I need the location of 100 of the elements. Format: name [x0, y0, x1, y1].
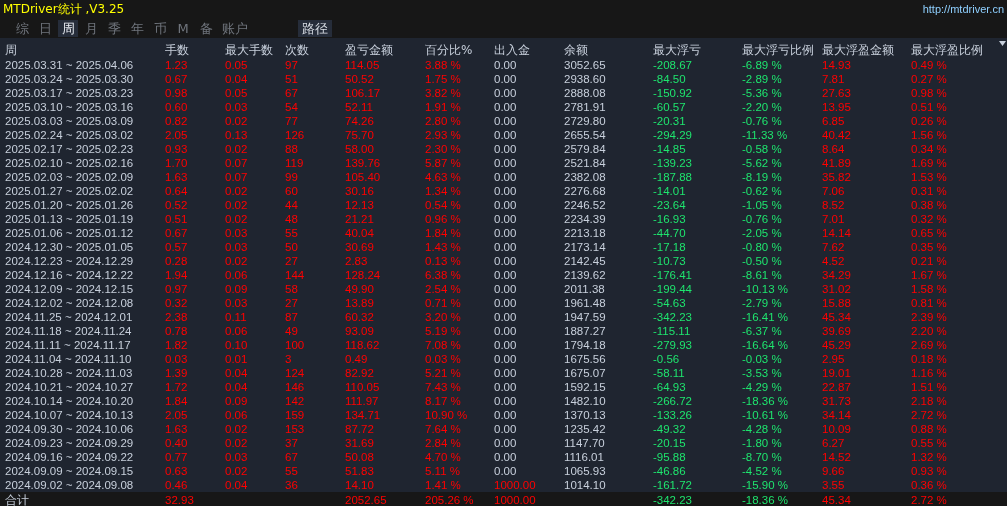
tab[interactable]: 年	[127, 19, 147, 37]
tab[interactable]: 币	[150, 19, 170, 37]
table-cell-text: 0.02	[225, 212, 249, 226]
tab[interactable]: M	[173, 19, 193, 37]
table-cell-text: 0.67	[165, 226, 189, 240]
table-cell-text: 2729.80	[564, 114, 607, 128]
table-cell-text: 1.82	[165, 338, 189, 352]
table-cell-text: -4.52 %	[742, 464, 783, 478]
table-cell-text: 0.38 %	[911, 198, 948, 212]
table-cell-text: 0.03	[165, 352, 189, 366]
table-cell-text: 0.04	[225, 72, 249, 86]
table-cell-text: 2025.01.13 ~ 2025.01.19	[5, 212, 135, 226]
table-cell-text: -23.64	[653, 198, 687, 212]
table-cell-text: 142	[285, 394, 306, 408]
table-cell-text: 0.05	[225, 86, 249, 100]
table-cell-text: 2.80 %	[425, 114, 462, 128]
table-cell-text: 1.43 %	[425, 240, 462, 254]
table-cell-text: 2025.01.20 ~ 2025.01.26	[5, 198, 135, 212]
tab[interactable]: 周	[58, 19, 78, 37]
tab[interactable]: 日	[35, 19, 55, 37]
column-header: 盈亏金额	[345, 42, 394, 58]
table-cell-text: -187.88	[653, 170, 693, 184]
table-cell-text: 22.87	[822, 380, 852, 394]
table-cell-text: 2.69 %	[911, 338, 948, 352]
table-cell-text: -150.92	[653, 86, 693, 100]
table-cell-text: 2.72 %	[911, 408, 948, 422]
table-cell-text: 3052.65	[564, 58, 607, 72]
table-cell-text: -44.70	[653, 226, 687, 240]
table-cell-text: 0.00	[494, 128, 518, 142]
table-cell-text: 0.93	[165, 142, 189, 156]
table-cell-text: -2.20 %	[742, 100, 783, 114]
table-cell-text: 87.72	[345, 422, 375, 436]
table-cell-text: 0.67	[165, 72, 189, 86]
table-cell-text: 0.32	[165, 296, 189, 310]
table-cell-text: 111.97	[345, 394, 380, 408]
table-cell-text: 77	[285, 114, 299, 128]
table-cell-text: -1.05 %	[742, 198, 783, 212]
table-cell-text: 1116.01	[564, 450, 605, 464]
table-cell-text: 30.69	[345, 240, 375, 254]
table-cell-text: -0.80 %	[742, 240, 783, 254]
table-cell-text: 6.27	[822, 436, 846, 450]
table-cell-text: 1370.13	[564, 408, 607, 422]
table-cell-text: 0.31 %	[911, 184, 948, 198]
table-cell-text: 7.06	[822, 184, 846, 198]
table-cell-text: -16.64 %	[742, 338, 790, 352]
table-cell-text: 2.95	[822, 352, 846, 366]
table-cell-text: 14.14	[822, 226, 852, 240]
table-cell-text: 2.83	[345, 254, 369, 268]
table-cell-text: 2213.18	[564, 226, 607, 240]
table-cell-text: 0.02	[225, 184, 249, 198]
tab[interactable]: 月	[81, 19, 101, 37]
table-cell-text: -208.67	[653, 58, 693, 72]
table-cell-text: 4.70 %	[425, 450, 462, 464]
tab[interactable]: 季	[104, 19, 124, 37]
table-cell-text: 0.98 %	[911, 86, 948, 100]
table-cell-text: 0.03	[225, 226, 249, 240]
table-cell-text: 2024.12.09 ~ 2024.12.15	[5, 282, 135, 296]
sort-icon[interactable]	[999, 41, 1006, 46]
table-cell-text: 0.51	[165, 212, 189, 226]
table-cell-text: 21.21	[345, 212, 375, 226]
window-title: MTDriver统计 ,V3.25	[3, 0, 125, 18]
path-button[interactable]: 路径	[298, 19, 332, 37]
table-cell-text: 159	[285, 408, 306, 422]
table-cell-text: -20.15	[653, 436, 687, 450]
table-cell-text: 0.49 %	[911, 58, 948, 72]
table-cell-text: 2025.02.17 ~ 2025.02.23	[5, 142, 135, 156]
table-cell-text: 2234.39	[564, 212, 607, 226]
tab[interactable]: 备	[196, 19, 216, 37]
table-cell-text: 54	[285, 100, 299, 114]
table-cell-text: -139.23	[653, 156, 693, 170]
table-cell-text: -46.86	[653, 464, 687, 478]
table-cell-text: 97	[285, 58, 299, 72]
table-cell-text: 2024.09.02 ~ 2024.09.08	[5, 478, 135, 492]
table-cell-text: 4.63 %	[425, 170, 462, 184]
table-cell-text: 0.18 %	[911, 352, 948, 366]
table-cell-text: -20.31	[653, 114, 687, 128]
table-cell-text: 139.76	[345, 156, 382, 170]
table-cell-text: 0.88 %	[911, 422, 948, 436]
table-cell-text: 3.55	[822, 478, 846, 492]
table-cell-text: 99	[285, 170, 299, 184]
table-cell-text: 2025.01.27 ~ 2025.02.02	[5, 184, 135, 198]
table-cell-text: 1.70	[165, 156, 189, 170]
table-cell-text: 2.20 %	[911, 324, 948, 338]
table-cell-text: 7.64 %	[425, 422, 462, 436]
table-cell-text: 2025.02.10 ~ 2025.02.16	[5, 156, 135, 170]
table-cell-text: -2.79 %	[742, 296, 783, 310]
tab[interactable]: 综	[12, 19, 32, 37]
table-cell-text: 0.57	[165, 240, 189, 254]
table-cell-text: 0.00	[494, 170, 518, 184]
table-cell-text: 5.11 %	[425, 464, 461, 478]
website-link[interactable]: http://mtdriver.cn	[922, 3, 1004, 15]
table-cell-text: 93.09	[345, 324, 375, 338]
table-cell-text: 0.98	[165, 86, 189, 100]
table-cell-text: 0.00	[494, 100, 518, 114]
table-cell-text: 2025.03.31 ~ 2025.04.06	[5, 58, 135, 72]
table-cell-text: 12.13	[345, 198, 375, 212]
table-cell-text: 60.32	[345, 310, 375, 324]
table-cell-text: 2011.38	[564, 282, 606, 296]
tab[interactable]: 账户	[219, 19, 251, 37]
table-cell-text: 82.92	[345, 366, 375, 380]
